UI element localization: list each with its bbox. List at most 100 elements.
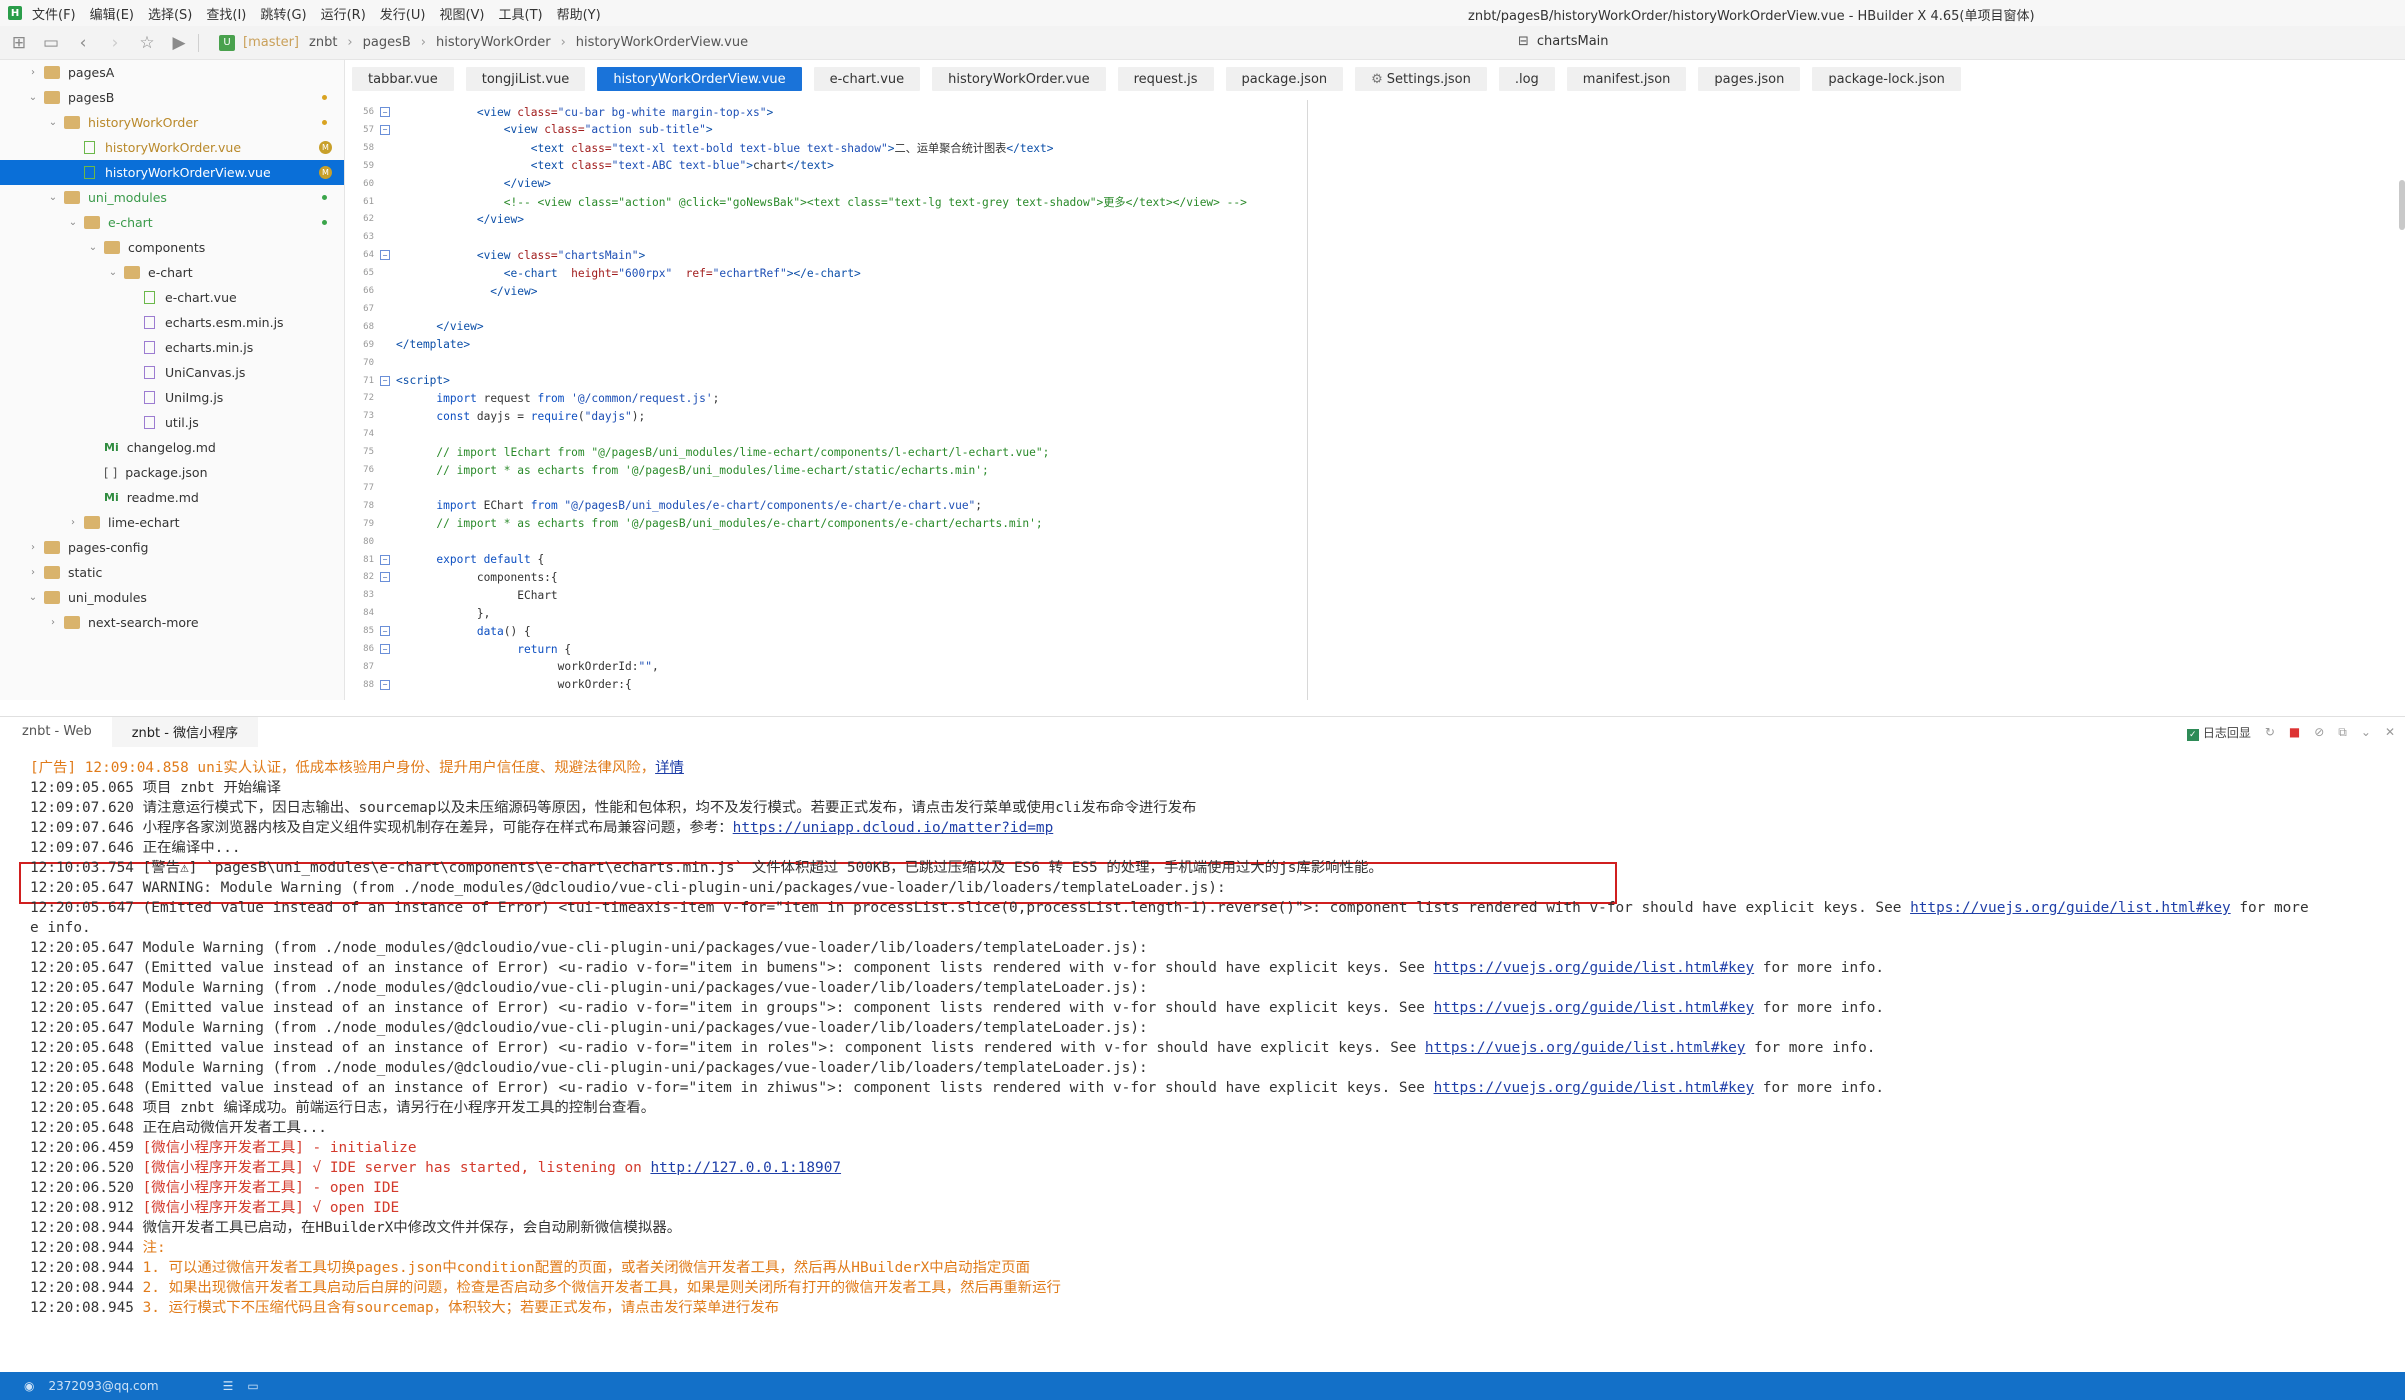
close-icon[interactable]: ✕ [2385, 725, 2395, 739]
forward-icon[interactable]: › [102, 30, 128, 56]
chevron-icon[interactable]: ⌄ [26, 592, 40, 603]
tree-item[interactable]: Mi readme.md [0, 485, 344, 510]
code-line[interactable]: 82− components:{ [352, 568, 2405, 586]
code-line[interactable]: 81− export default { [352, 551, 2405, 569]
code-line[interactable]: 69 </template> [352, 336, 2405, 354]
tree-item[interactable]: UniCanvas.js [0, 360, 344, 385]
console-tab[interactable]: znbt - Web [2, 717, 112, 747]
tree-item[interactable]: Mi changelog.md [0, 435, 344, 460]
save-icon[interactable]: ▭ [38, 30, 64, 56]
tree-item[interactable]: ⌄ pagesB [0, 85, 344, 110]
code-line[interactable]: 62 </view> [352, 210, 2405, 228]
tab-file[interactable]: pages.json [1698, 67, 1801, 91]
chevron-icon[interactable]: › [26, 567, 40, 578]
tree-item[interactable]: › next-search-more [0, 610, 344, 635]
back-icon[interactable]: ‹ [70, 30, 96, 56]
fold-toggle-icon[interactable]: − [380, 375, 390, 386]
breadcrumb-item[interactable]: historyWorkOrder [436, 35, 551, 50]
fold-toggle-icon[interactable]: − [380, 554, 390, 565]
console-link[interactable]: https://vuejs.org/guide/list.html#key [1434, 1080, 1755, 1096]
menu-item[interactable]: 编辑(E) [90, 4, 134, 23]
console-link[interactable]: 详情 [655, 760, 684, 776]
chevron-icon[interactable]: ⌄ [46, 192, 60, 203]
menu-item[interactable]: 帮助(Y) [557, 4, 601, 23]
tree-item[interactable]: e-chart.vue [0, 285, 344, 310]
breadcrumb-item[interactable]: historyWorkOrderView.vue [576, 35, 748, 50]
menu-item[interactable]: 工具(T) [499, 4, 543, 23]
code-line[interactable]: 70 [352, 354, 2405, 372]
tab-file[interactable]: e-chart.vue [813, 67, 921, 91]
tree-item[interactable]: UniImg.js [0, 385, 344, 410]
message-icon[interactable]: ▭ [247, 1379, 258, 1393]
run-icon[interactable]: ▶ [166, 30, 192, 56]
menu-item[interactable]: 运行(R) [321, 4, 366, 23]
breadcrumb-item[interactable]: znbt [309, 35, 337, 50]
tree-item[interactable]: ⌄ historyWorkOrder [0, 110, 344, 135]
fold-toggle-icon[interactable]: − [380, 250, 390, 261]
code-line[interactable]: 79 // import * as echarts from '@/pagesB… [352, 515, 2405, 533]
list-icon[interactable]: ☰ [223, 1379, 234, 1393]
console-link[interactable]: https://vuejs.org/guide/list.html#key [1910, 900, 2231, 916]
clear-icon[interactable]: ⊘ [2314, 725, 2324, 739]
code-line[interactable]: 58 <text class="text-xl text-bold text-b… [352, 139, 2405, 157]
tree-item[interactable]: historyWorkOrder.vue M [0, 135, 344, 160]
tree-item[interactable]: ⌄ e-chart [0, 260, 344, 285]
fold-toggle-icon[interactable]: − [380, 644, 390, 654]
tab-file[interactable]: historyWorkOrderView.vue [597, 67, 802, 91]
code-line[interactable]: 68 </view> [352, 318, 2405, 336]
menu-item[interactable]: 视图(V) [439, 4, 484, 23]
user-icon[interactable]: ◉ [24, 1379, 34, 1393]
tree-item[interactable]: › pages-config [0, 535, 344, 560]
tab-file[interactable]: manifest.json [1566, 67, 1687, 91]
editor-scrollbar[interactable] [2399, 180, 2405, 230]
code-line[interactable]: 67 [352, 300, 2405, 318]
code-line[interactable]: 83 EChart [352, 586, 2405, 604]
chevron-icon[interactable]: ⌄ [106, 267, 120, 278]
tree-item[interactable]: ⌄ e-chart [0, 210, 344, 235]
console-link[interactable]: https://uniapp.dcloud.io/matter?id=mp [733, 820, 1054, 836]
code-line[interactable]: 87 workOrderId:"", [352, 658, 2405, 676]
code-line[interactable]: 77 [352, 479, 2405, 497]
code-line[interactable]: 78 import EChart from "@/pagesB/uni_modu… [352, 497, 2405, 515]
console-link[interactable]: https://vuejs.org/guide/list.html#key [1434, 960, 1755, 976]
menu-item[interactable]: 选择(S) [148, 4, 192, 23]
fold-toggle-icon[interactable]: − [380, 626, 390, 637]
menu-item[interactable]: 跳转(G) [260, 4, 306, 23]
code-line[interactable]: 88− workOrder:{ [352, 676, 2405, 694]
code-line[interactable]: 71− <script> [352, 372, 2405, 390]
code-line[interactable]: 61 <!-- <view class="action" @click="goN… [352, 193, 2405, 211]
restart-icon[interactable]: ↻ [2265, 725, 2275, 739]
fold-toggle-icon[interactable]: − [380, 124, 390, 135]
tree-item[interactable]: echarts.min.js [0, 335, 344, 360]
tree-item[interactable]: › lime-echart [0, 510, 344, 535]
chevron-icon[interactable]: › [46, 617, 60, 628]
menu-item[interactable]: 查找(I) [206, 4, 246, 23]
code-line[interactable]: 72 import request from '@/common/request… [352, 389, 2405, 407]
new-file-icon[interactable]: ⊞ [6, 30, 32, 56]
code-line[interactable]: 74 [352, 425, 2405, 443]
breadcrumb-item[interactable]: pagesB [363, 35, 411, 50]
tree-item[interactable]: › pagesA [0, 60, 344, 85]
tree-item[interactable]: › static [0, 560, 344, 585]
tab-file[interactable]: tongjiList.vue [465, 67, 586, 91]
tree-item[interactable]: ⌄ uni_modules [0, 585, 344, 610]
code-line[interactable]: 66 </view> [352, 282, 2405, 300]
tree-item[interactable]: ⌄ components [0, 235, 344, 260]
console-link[interactable]: http://127.0.0.1:18907 [650, 1160, 841, 1176]
code-line[interactable]: 76 // import * as echarts from '@/pagesB… [352, 461, 2405, 479]
code-line[interactable]: 59 <text class="text-ABC text-blue">char… [352, 157, 2405, 175]
menu-item[interactable]: 发行(U) [380, 4, 426, 23]
chevron-icon[interactable]: ⌄ [86, 242, 100, 253]
tab-file[interactable]: .log [1498, 67, 1555, 91]
log-echo-toggle[interactable]: ✓ 日志回显 [2186, 724, 2251, 741]
fold-toggle-icon[interactable]: − [380, 679, 390, 690]
tab-file[interactable]: ⚙ Settings.json [1355, 67, 1487, 91]
tab-file[interactable]: package-lock.json [1812, 67, 1961, 91]
favorite-icon[interactable]: ☆ [134, 30, 160, 56]
fold-toggle-icon[interactable]: − [380, 107, 390, 117]
code-line[interactable]: 64− <view class="chartsMain"> [352, 246, 2405, 264]
code-line[interactable]: 84 }, [352, 604, 2405, 622]
code-line[interactable]: 65 <e-chart height="600rpx" ref="echartR… [352, 264, 2405, 282]
code-line[interactable]: 63 [352, 228, 2405, 246]
chevron-icon[interactable]: › [26, 542, 40, 553]
